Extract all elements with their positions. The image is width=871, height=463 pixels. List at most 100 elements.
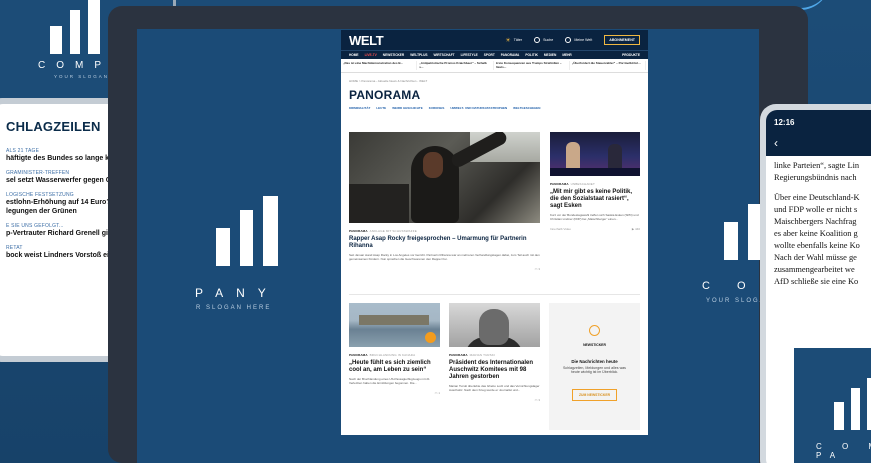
newsticker-button[interactable]: ZUM NEWSTICKER (571, 388, 618, 401)
weather-icon: ☀ (505, 37, 511, 44)
side-kicker: PANORAMA UNBESCHADET (550, 182, 640, 186)
text-line: es aber keine Koalition g (774, 229, 858, 238)
nav-lifestyle[interactable]: LIFESTYLE (461, 53, 478, 57)
company-name-partial: C O M PA (816, 442, 871, 460)
phone-time: 12:16 (774, 118, 795, 127)
nav-sport[interactable]: SPORT (484, 53, 495, 57)
newsticker-headline: Die Nachrichten heute (571, 359, 618, 364)
article-paragraph: Über eine Deutschland-K und FDP wolle er… (774, 192, 871, 288)
nav-mehr[interactable]: MEHR (562, 53, 571, 57)
side-headline[interactable]: „Mit mir gibt es keine Politik, die den … (550, 189, 640, 210)
nav-weltplus[interactable]: WELTPLUS (410, 53, 427, 57)
story-image[interactable] (449, 303, 540, 347)
section-subnav: KRIMINALITÄT LEUTE WEIRD GESCHICHTE KURI… (341, 102, 648, 110)
kicker-sub: UNBESCHADET (570, 182, 595, 186)
search-icon (534, 37, 541, 43)
view-count-value: 440 (634, 227, 640, 231)
newsticker-text: Schlagzeilen, Meldungen und alles was he… (563, 365, 626, 375)
nav-produkte[interactable]: PRODUKTE (622, 53, 640, 57)
lead-article-image[interactable] (349, 132, 540, 223)
side-article[interactable]: PANORAMA UNBESCHADET „Mit mir gibt es ke… (550, 132, 640, 231)
breadcrumb[interactable]: HOME > Panorama - Aktuelle News & Nachri… (341, 73, 648, 83)
ticker-item[interactable]: „Antipatriotische Promos Kraichbeer“ – S… (419, 61, 494, 70)
side-article-image[interactable] (550, 132, 640, 176)
text-line: Regierungsbündnis nach (774, 173, 857, 182)
ticker-item[interactable]: „Das ist eine Machtdemonstration des B..… (343, 61, 418, 70)
play-icon[interactable] (425, 332, 436, 343)
subnav-item[interactable]: LEUTE (376, 106, 386, 110)
lead-meta: ▭ 3 (349, 267, 540, 271)
nav-panorama[interactable]: PANORAMA (501, 53, 520, 57)
subnav-item[interactable]: KRIMINALITÄT (349, 106, 370, 110)
view-count: ▶ 440 (632, 227, 640, 231)
company-slogan-partial: R SLOGAN HERE (196, 305, 272, 311)
text-line: zusammengearbeitet we (774, 265, 855, 274)
text-line: AfD schließe sie eine Ko (774, 277, 859, 286)
weather-label: Täter (513, 38, 523, 42)
story-headline[interactable]: Präsident des Internationalen Auschwitz … (449, 360, 540, 381)
lead-article[interactable]: PANORAMA ANKLAGE MIT SCHUSSWAFFE Rapper … (349, 132, 540, 271)
nav-newsticker[interactable]: NEWSTICKER (383, 53, 404, 57)
search-button[interactable]: Suche (534, 37, 553, 43)
welt-logo[interactable]: WELT (349, 33, 384, 48)
right-phone-screen: 12:16 ‹ linke Parteien“, sagte Lin Regie… (766, 110, 871, 463)
subscribe-button[interactable]: ABONNEMENT (604, 35, 640, 45)
comment-count-value: 3 (538, 398, 540, 402)
ticker-item[interactable]: „Überfordert die Steuerzahler“ – Porrmel… (572, 61, 646, 70)
subnav-item[interactable]: UMWELT- UND NATURKATASTROPHEN (450, 106, 507, 110)
subnav-item[interactable]: KURIOSES (429, 106, 445, 110)
comment-count[interactable]: ▭ 3 (535, 398, 540, 402)
section-divider (349, 294, 640, 295)
story-kicker: PANORAMA BRUCHLANDUNG IN KANADA (349, 353, 440, 357)
headlines-title: CHLAGZEILEN (6, 119, 101, 134)
text-line: und FDP wolle er nicht s (774, 205, 858, 214)
promo-mockup-scene: COMPANY YOUR SLOGAN HERE CHLAGZEILEN ✦ A… (0, 0, 871, 463)
story-card[interactable]: PANORAMA MARIAN TURSKI Präsident des Int… (449, 303, 540, 402)
story-image[interactable] (349, 303, 440, 347)
phone-status-bar: 12:16 ‹ (766, 110, 871, 156)
nav-wirtschaft[interactable]: WIRTSCHAFT (434, 53, 455, 57)
right-phone-frame: 12:16 ‹ linke Parteien“, sagte Lin Regie… (760, 104, 871, 463)
secondary-stories: PANORAMA BRUCHLANDUNG IN KANADA „Heute f… (349, 303, 640, 433)
subnav-item[interactable]: WELTGESCHEHEN (513, 106, 540, 110)
user-icon (565, 37, 572, 43)
lead-kicker: PANORAMA ANKLAGE MIT SCHUSSWAFFE (349, 229, 540, 233)
search-label: Suche (543, 38, 554, 42)
lead-headline[interactable]: Rapper Asap Rocky freigesprochen – Umarm… (349, 236, 540, 250)
company-name-partial: PANY (195, 286, 279, 300)
comment-count[interactable]: ▭ 1 (435, 391, 440, 395)
text-line: Maischbergers Nachfrag (774, 217, 857, 226)
article-paragraph: linke Parteien“, sagte Lin Regierungsbün… (774, 160, 871, 184)
story-headline[interactable]: „Heute fühlt es sich ziemlich cool an, a… (349, 360, 440, 374)
story-card[interactable]: PANORAMA BRUCHLANDUNG IN KANADA „Heute f… (349, 303, 440, 395)
newsticker-box: NEWSTICKER Die Nachrichten heute Schlagz… (549, 303, 640, 430)
comment-count-value: 1 (438, 391, 440, 395)
news-ticker: „Das ist eine Machtdemonstration des B..… (341, 59, 648, 73)
nav-politik[interactable]: POLITIK (525, 53, 538, 57)
side-teaser: Kurz vor der Bundestagswahl treffen sich… (550, 213, 639, 221)
company-logo-icon (50, 0, 100, 54)
back-chevron-icon[interactable]: ‹ (774, 136, 871, 150)
account-button[interactable]: Meine Welt (565, 37, 592, 43)
newsticker-kicker: NEWSTICKER (583, 343, 606, 347)
nav-live-tv[interactable]: LIVE-TV (365, 53, 377, 57)
text-line: Nach der Wahl müsse ge (774, 253, 857, 262)
video-icon: ▶ (631, 227, 635, 231)
comment-count[interactable]: ▭ 3 (535, 267, 540, 271)
name-part: C O M (816, 442, 871, 451)
article-body: linke Parteien“, sagte Lin Regierungsbün… (766, 156, 871, 288)
story-meta: ▭ 3 (449, 398, 540, 402)
text-line: Über eine Deutschland-K (774, 193, 860, 202)
weather-widget[interactable]: ☀ Täter (505, 37, 522, 44)
story-teaser: Nach der Bruchlandung eines US-Passagier… (349, 377, 430, 385)
header-tools: ☀ Täter Suche Meine Welt ABONNEMENT (505, 35, 640, 45)
nav-home[interactable]: HOME (349, 53, 359, 57)
side-meta-label: Innerhalb Video (550, 227, 571, 231)
kicker-sub: BRUCHLANDUNG IN KANADA (369, 353, 416, 357)
subnav-item[interactable]: WEIRD GESCHICHTE (392, 106, 423, 110)
company-logo-icon (216, 196, 278, 266)
kicker-sub: MARIAN TURSKI (469, 353, 496, 357)
ticker-item[interactable]: Erste Konsequenzen aus Trumps Strafzölle… (496, 61, 570, 70)
nav-medien[interactable]: MEDIEN (544, 53, 556, 57)
kicker-main: PANORAMA (449, 353, 468, 357)
